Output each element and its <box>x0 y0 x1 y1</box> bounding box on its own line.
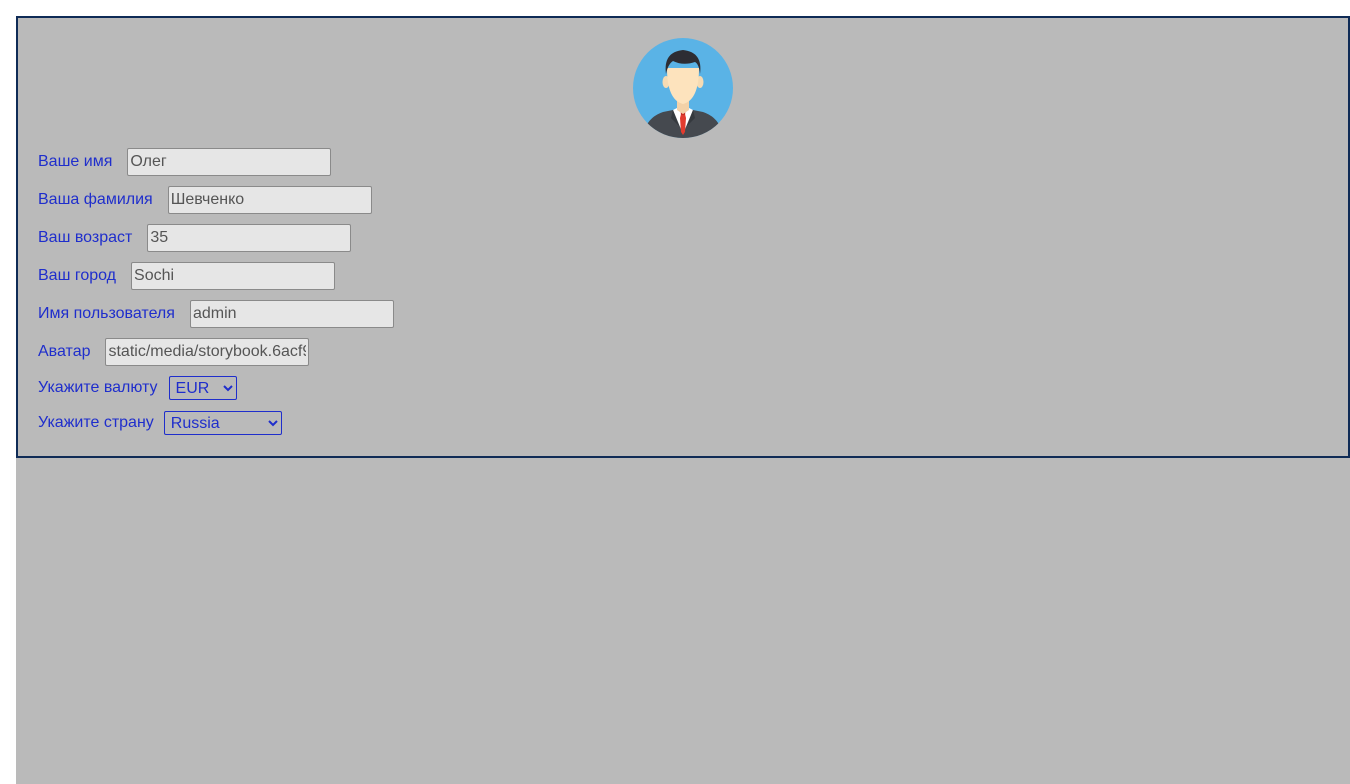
username-input[interactable] <box>189 300 394 328</box>
currency-select[interactable]: EUR <box>168 376 237 400</box>
avatar-icon <box>633 38 733 138</box>
avatar-row: Аватар <box>38 338 310 366</box>
city-label: Ваш город <box>38 267 117 284</box>
last-name-input[interactable] <box>167 186 372 214</box>
currency-row: Укажите валюту EUR <box>38 374 237 402</box>
currency-label: Укажите валюту <box>38 379 158 396</box>
avatar-input[interactable] <box>105 338 310 366</box>
age-input[interactable] <box>147 224 352 252</box>
city-row: Ваш город <box>38 262 336 290</box>
country-select[interactable]: Russia <box>163 411 282 435</box>
last-name-row: Ваша фамилия <box>38 186 372 214</box>
first-name-row: Ваше имя <box>38 148 332 176</box>
age-row: Ваш возраст <box>38 224 352 252</box>
first-name-label: Ваше имя <box>38 153 113 170</box>
avatar-label: Аватар <box>38 343 91 360</box>
username-row: Имя пользователя <box>38 300 394 328</box>
country-label: Укажите страну <box>38 414 154 431</box>
age-label: Ваш возраст <box>38 229 133 246</box>
first-name-input[interactable] <box>127 148 332 176</box>
last-name-label: Ваша фамилия <box>38 191 153 208</box>
username-label: Имя пользователя <box>38 305 175 322</box>
country-row: Укажите страну Russia <box>38 409 282 437</box>
profile-card: Ваше имя Ваша фамилия Ваш возраст Ваш го… <box>16 16 1350 458</box>
page-background: Ваше имя Ваша фамилия Ваш возраст Ваш го… <box>16 16 1350 784</box>
city-input[interactable] <box>131 262 336 290</box>
